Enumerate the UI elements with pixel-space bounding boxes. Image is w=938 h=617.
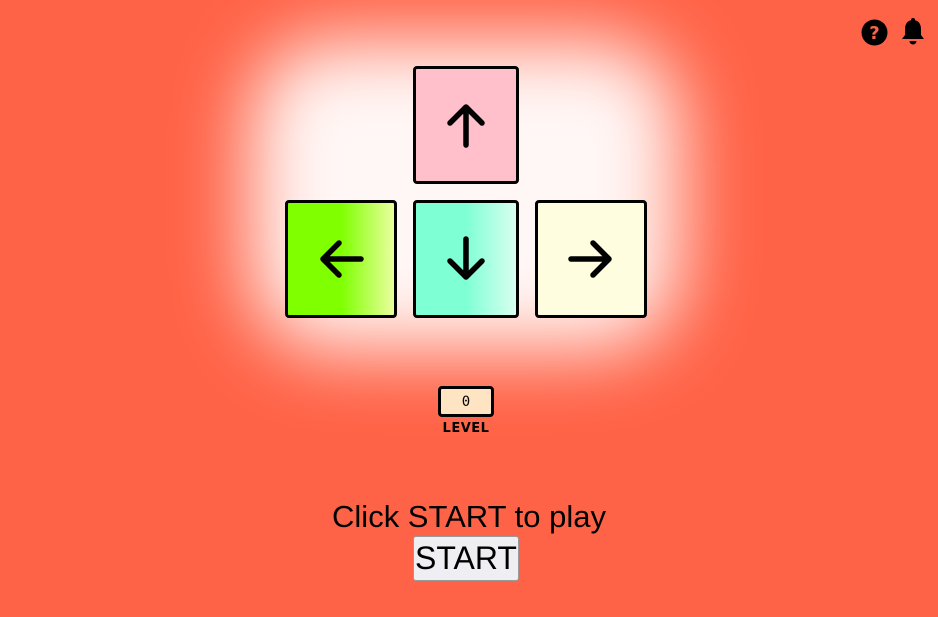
key-right[interactable] xyxy=(535,200,647,318)
status-message: Click START to play xyxy=(332,499,606,534)
level-label: LEVEL xyxy=(442,421,490,436)
level-counter: 0 xyxy=(438,386,494,417)
arrow-up-icon xyxy=(447,104,485,148)
key-up[interactable] xyxy=(413,66,519,184)
arrow-right-icon xyxy=(568,240,612,278)
top-toolbar: ? xyxy=(860,17,927,47)
svg-text:?: ? xyxy=(869,23,879,44)
arrow-left-icon xyxy=(320,240,364,278)
bell-icon[interactable] xyxy=(899,17,927,47)
key-left[interactable] xyxy=(285,200,397,318)
key-down[interactable] xyxy=(413,200,519,318)
question-circle-icon[interactable]: ? xyxy=(860,17,888,47)
start-button[interactable]: START xyxy=(413,536,519,581)
arrow-down-icon xyxy=(447,236,485,280)
